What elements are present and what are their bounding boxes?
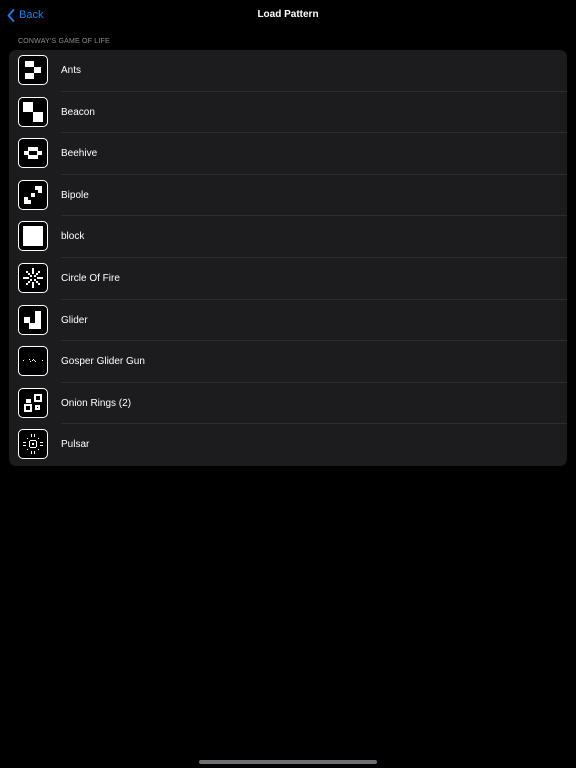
list-item-label: Bipole [61, 189, 89, 201]
list-item-label: Circle Of Fire [61, 273, 120, 284]
list-item-label: Beehive [61, 148, 98, 160]
list-item-gosper-glider-gun[interactable]: Gosper Glider Gun [9, 341, 567, 383]
list-item-label: Ants [61, 65, 82, 76]
block-pattern-icon [18, 221, 48, 252]
list-item-beacon[interactable]: Beacon [9, 92, 567, 134]
list-item-pulsar[interactable]: Pulsar [9, 424, 567, 466]
list-item-circle-of-fire[interactable]: Circle Of Fire [9, 258, 567, 300]
onion-rings-pattern-icon [18, 387, 48, 418]
list-item-label: Gosper Glider Gun [61, 356, 145, 368]
section-header: CONWAY'S GAME OF LIFE [18, 38, 110, 45]
bipole-pattern-icon [18, 179, 48, 210]
list-item-glider[interactable]: Glider [9, 300, 567, 342]
circle-of-fire-pattern-icon [18, 263, 48, 293]
glider-pattern-icon [18, 304, 48, 335]
beehive-pattern-icon [18, 138, 48, 169]
home-indicator[interactable] [199, 760, 377, 764]
page-title: Load Pattern [257, 9, 319, 20]
list-item-label: Beacon [61, 106, 95, 118]
list-item-ants[interactable]: Ants [9, 50, 567, 92]
list-item-label: Pulsar [61, 439, 90, 451]
list-item-bipole[interactable]: Bipole [9, 175, 567, 217]
pattern-list: Ants Beacon Beehive Bipole block Circle … [9, 50, 567, 466]
beacon-pattern-icon [18, 96, 48, 127]
list-item-label: block [61, 231, 85, 243]
list-item-block[interactable]: block [9, 216, 567, 258]
navigation-bar: Back Load Pattern [0, 0, 576, 30]
pulsar-pattern-icon [18, 429, 48, 460]
gosper-glider-gun-pattern-icon [18, 346, 48, 377]
list-item-beehive[interactable]: Beehive [9, 133, 567, 175]
list-item-onion-rings[interactable]: Onion Rings (2) [9, 383, 567, 425]
list-item-label: Glider [61, 314, 88, 326]
list-item-label: Onion Rings (2) [61, 397, 132, 409]
ants-pattern-icon [18, 55, 48, 85]
